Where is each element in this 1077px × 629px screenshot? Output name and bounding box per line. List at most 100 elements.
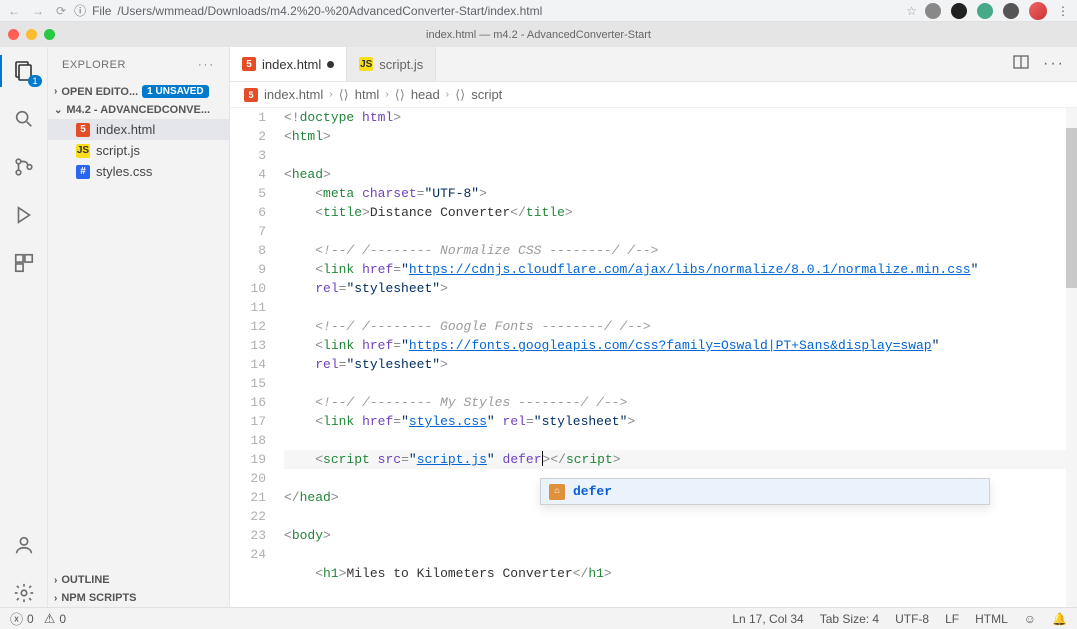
file-item-styles-css[interactable]: # styles.css	[48, 161, 229, 182]
status-language[interactable]: HTML	[975, 612, 1008, 626]
breadcrumb-head[interactable]: head	[411, 87, 440, 102]
status-errors[interactable]: ⓧ 0	[10, 609, 34, 628]
status-ln-col[interactable]: Ln 17, Col 34	[732, 612, 803, 626]
url-path[interactable]: /Users/wmmead/Downloads/m4.2%20-%20Advan…	[117, 4, 542, 18]
forward-icon[interactable]: →	[32, 4, 44, 18]
editor-area: 5 index.html JS script.js ··· 5 index.ht…	[230, 47, 1077, 607]
autocomplete-label: defer	[573, 482, 612, 501]
extension-icon[interactable]	[925, 3, 941, 19]
profile-avatar-icon[interactable]	[1029, 2, 1047, 20]
chevron-right-icon: ›	[54, 575, 57, 586]
html-file-icon: 5	[76, 123, 90, 137]
activity-accounts-icon[interactable]	[10, 531, 38, 559]
status-warnings[interactable]: ⚠ 0	[44, 611, 66, 627]
dirty-indicator-icon	[327, 61, 334, 68]
explorer-more-icon[interactable]: ···	[198, 59, 215, 71]
outline-label: OUTLINE	[61, 574, 109, 586]
activity-source-control-icon[interactable]	[10, 153, 38, 181]
autocomplete-item[interactable]: ⌂ defer	[541, 479, 989, 504]
unsaved-badge: 1 UNSAVED	[142, 85, 209, 98]
window-title: index.html — m4.2 - AdvancedConverter-St…	[426, 29, 651, 41]
tab-label: script.js	[379, 57, 423, 72]
css-file-icon: #	[76, 165, 90, 179]
html-file-icon: 5	[244, 88, 258, 102]
explorer-title: EXPLORER	[62, 59, 126, 71]
window-titlebar: index.html — m4.2 - AdvancedConverter-St…	[0, 22, 1077, 47]
breadcrumb-file[interactable]: index.html	[264, 87, 323, 102]
file-item-script-js[interactable]: JS script.js	[48, 140, 229, 161]
browser-address-bar: ← → ⟳ ⓘ File /Users/wmmead/Downloads/m4.…	[0, 0, 1077, 22]
bookmark-icon[interactable]: ☆	[906, 4, 917, 18]
chevron-right-icon: ›	[385, 89, 388, 100]
breadcrumb[interactable]: 5 index.html › ⟨⟩ html › ⟨⟩ head › ⟨⟩ sc…	[230, 82, 1077, 108]
tag-icon: ⟨⟩	[395, 87, 405, 103]
chevron-down-icon: ⌄	[54, 105, 62, 116]
extension-icon[interactable]	[951, 3, 967, 19]
activity-run-debug-icon[interactable]	[10, 201, 38, 229]
folder-section[interactable]: ⌄ M4.2 - ADVANCEDCONVE...	[48, 101, 229, 119]
url-prefix: File	[92, 4, 111, 18]
extension-icon[interactable]	[1003, 3, 1019, 19]
tab-label: index.html	[262, 57, 321, 72]
open-editors-label: OPEN EDITO...	[61, 86, 138, 98]
error-count: 0	[27, 612, 34, 626]
code-content[interactable]: <!doctype html><html><head> <meta charse…	[284, 108, 1077, 607]
file-name: script.js	[96, 143, 140, 158]
kebab-menu-icon[interactable]: ⋮	[1057, 4, 1069, 18]
explorer-badge: 1	[28, 75, 41, 87]
status-eol[interactable]: LF	[945, 612, 959, 626]
line-number-gutter: 123456789101112131415161718192021222324	[230, 108, 284, 607]
file-protocol-icon: ⓘ	[74, 2, 86, 19]
npm-scripts-label: NPM SCRIPTS	[61, 592, 136, 604]
browser-nav: ← → ⟳	[8, 4, 66, 18]
reload-icon[interactable]: ⟳	[56, 4, 66, 18]
breadcrumb-html[interactable]: html	[355, 87, 380, 102]
js-file-icon: JS	[76, 144, 90, 158]
maximize-window-icon[interactable]	[44, 29, 55, 40]
browser-extensions: ⋮	[925, 2, 1069, 20]
file-name: index.html	[96, 122, 155, 137]
open-editors-section[interactable]: › OPEN EDITO... 1 UNSAVED	[48, 82, 229, 101]
status-bar: ⓧ 0 ⚠ 0 Ln 17, Col 34 Tab Size: 4 UTF-8 …	[0, 607, 1077, 629]
activity-search-icon[interactable]	[10, 105, 38, 133]
split-editor-icon[interactable]	[1013, 54, 1029, 75]
error-icon: ⓧ	[10, 609, 23, 628]
folder-label: M4.2 - ADVANCEDCONVE...	[66, 104, 210, 116]
status-feedback-icon[interactable]: ☺	[1024, 612, 1036, 626]
tab-index-html[interactable]: 5 index.html	[230, 47, 347, 81]
code-editor[interactable]: 123456789101112131415161718192021222324 …	[230, 108, 1077, 607]
warning-icon: ⚠	[44, 611, 56, 627]
autocomplete-popup[interactable]: ⌂ defer	[540, 478, 990, 505]
js-file-icon: JS	[359, 57, 373, 71]
chevron-right-icon: ›	[446, 89, 449, 100]
chevron-right-icon: ›	[329, 89, 332, 100]
activity-settings-icon[interactable]	[10, 579, 38, 607]
tab-bar: 5 index.html JS script.js ···	[230, 47, 1077, 82]
status-tab-size[interactable]: Tab Size: 4	[820, 612, 879, 626]
tag-icon: ⟨⟩	[339, 87, 349, 103]
back-icon[interactable]: ←	[8, 4, 20, 18]
activity-bar: 1	[0, 47, 48, 607]
extension-icon[interactable]	[977, 3, 993, 19]
status-notifications-icon[interactable]: 🔔	[1052, 612, 1067, 626]
tab-script-js[interactable]: JS script.js	[347, 47, 436, 81]
minimap-scrollbar[interactable]	[1066, 108, 1077, 607]
status-encoding[interactable]: UTF-8	[895, 612, 929, 626]
minimize-window-icon[interactable]	[26, 29, 37, 40]
warning-count: 0	[59, 612, 66, 626]
traffic-lights	[8, 29, 55, 40]
file-item-index-html[interactable]: 5 index.html	[48, 119, 229, 140]
tag-icon: ⟨⟩	[455, 87, 465, 103]
explorer-sidebar: EXPLORER ··· › OPEN EDITO... 1 UNSAVED ⌄…	[48, 47, 230, 607]
activity-explorer-icon[interactable]: 1	[10, 57, 38, 85]
property-kind-icon: ⌂	[549, 484, 565, 500]
chevron-right-icon: ›	[54, 86, 57, 97]
npm-scripts-section[interactable]: › NPM SCRIPTS	[48, 589, 229, 607]
activity-extensions-icon[interactable]	[10, 249, 38, 277]
chevron-right-icon: ›	[54, 593, 57, 604]
outline-section[interactable]: › OUTLINE	[48, 571, 229, 589]
more-actions-icon[interactable]: ···	[1043, 55, 1065, 73]
close-window-icon[interactable]	[8, 29, 19, 40]
file-list: 5 index.html JS script.js # styles.css	[48, 119, 229, 182]
breadcrumb-script[interactable]: script	[471, 87, 502, 102]
